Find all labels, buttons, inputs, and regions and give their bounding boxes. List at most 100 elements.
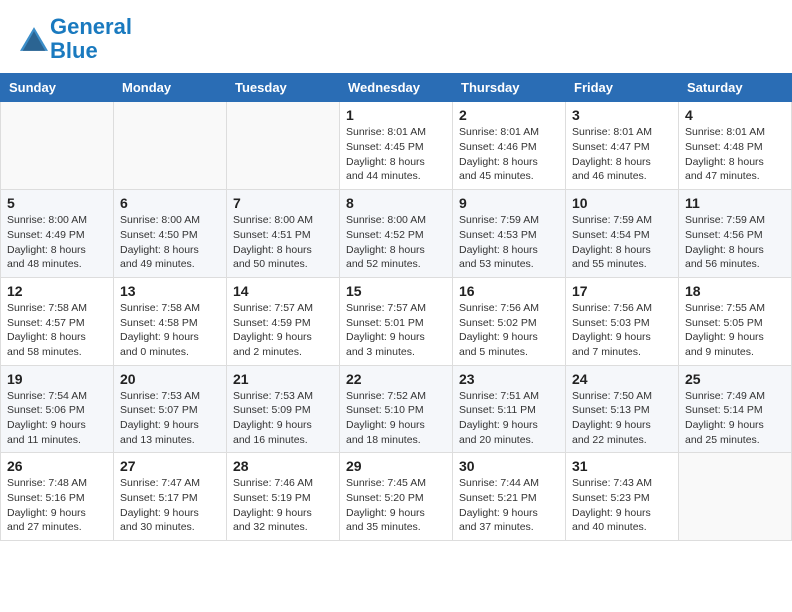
day-info: Sunrise: 8:01 AM Sunset: 4:48 PM Dayligh… <box>685 125 785 184</box>
day-number: 25 <box>685 371 785 387</box>
day-info: Sunrise: 7:47 AM Sunset: 5:17 PM Dayligh… <box>120 476 220 535</box>
day-info: Sunrise: 7:56 AM Sunset: 5:03 PM Dayligh… <box>572 301 672 360</box>
day-info: Sunrise: 7:56 AM Sunset: 5:02 PM Dayligh… <box>459 301 559 360</box>
day-info: Sunrise: 7:57 AM Sunset: 5:01 PM Dayligh… <box>346 301 446 360</box>
day-info: Sunrise: 8:01 AM Sunset: 4:45 PM Dayligh… <box>346 125 446 184</box>
day-info: Sunrise: 7:52 AM Sunset: 5:10 PM Dayligh… <box>346 389 446 448</box>
day-number: 8 <box>346 195 446 211</box>
calendar-cell: 16 Sunrise: 7:56 AM Sunset: 5:02 PM Dayli… <box>453 277 566 365</box>
day-number: 22 <box>346 371 446 387</box>
calendar-cell: 13 Sunrise: 7:58 AM Sunset: 4:58 PM Dayli… <box>114 277 227 365</box>
calendar-cell: 14Sunrise: 7:57 AM Sunset: 4:59 PM Dayli… <box>227 277 340 365</box>
day-info: Sunrise: 7:57 AM Sunset: 4:59 PM Dayligh… <box>233 301 333 360</box>
day-number: 13 <box>120 283 220 299</box>
calendar-week-5: 26 Sunrise: 7:48 AM Sunset: 5:16 PM Dayli… <box>1 453 792 541</box>
day-info: Sunrise: 7:55 AM Sunset: 5:05 PM Dayligh… <box>685 301 785 360</box>
day-number: 4 <box>685 107 785 123</box>
day-number: 18 <box>685 283 785 299</box>
day-number: 19 <box>7 371 107 387</box>
day-info: Sunrise: 7:46 AM Sunset: 5:19 PM Dayligh… <box>233 476 333 535</box>
day-number: 6 <box>120 195 220 211</box>
calendar-cell: 26 Sunrise: 7:48 AM Sunset: 5:16 PM Dayli… <box>1 453 114 541</box>
weekday-sunday: Sunday <box>1 74 114 102</box>
day-info: Sunrise: 8:01 AM Sunset: 4:46 PM Dayligh… <box>459 125 559 184</box>
day-number: 9 <box>459 195 559 211</box>
day-number: 5 <box>7 195 107 211</box>
weekday-saturday: Saturday <box>679 74 792 102</box>
calendar-table: SundayMondayTuesdayWednesdayThursdayFrid… <box>0 73 792 541</box>
day-info: Sunrise: 7:53 AM Sunset: 5:07 PM Dayligh… <box>120 389 220 448</box>
calendar-cell: 21Sunrise: 7:53 AM Sunset: 5:09 PM Dayli… <box>227 365 340 453</box>
calendar-cell: 19 Sunrise: 7:54 AM Sunset: 5:06 PM Dayli… <box>1 365 114 453</box>
day-number: 20 <box>120 371 220 387</box>
day-info: Sunrise: 7:43 AM Sunset: 5:23 PM Dayligh… <box>572 476 672 535</box>
calendar-cell: 31Sunrise: 7:43 AM Sunset: 5:23 PM Dayli… <box>566 453 679 541</box>
calendar-week-4: 19 Sunrise: 7:54 AM Sunset: 5:06 PM Dayli… <box>1 365 792 453</box>
calendar-cell: 18 Sunrise: 7:55 AM Sunset: 5:05 PM Dayli… <box>679 277 792 365</box>
calendar-cell: 27 Sunrise: 7:47 AM Sunset: 5:17 PM Dayli… <box>114 453 227 541</box>
day-number: 2 <box>459 107 559 123</box>
calendar-cell: 9 Sunrise: 7:59 AM Sunset: 4:53 PM Daylig… <box>453 190 566 278</box>
calendar-cell <box>1 102 114 190</box>
weekday-wednesday: Wednesday <box>340 74 453 102</box>
calendar-cell: 12Sunrise: 7:58 AM Sunset: 4:57 PM Dayli… <box>1 277 114 365</box>
weekday-monday: Monday <box>114 74 227 102</box>
day-number: 17 <box>572 283 672 299</box>
calendar-cell <box>679 453 792 541</box>
day-info: Sunrise: 7:44 AM Sunset: 5:21 PM Dayligh… <box>459 476 559 535</box>
day-number: 26 <box>7 458 107 474</box>
weekday-thursday: Thursday <box>453 74 566 102</box>
day-info: Sunrise: 7:59 AM Sunset: 4:53 PM Dayligh… <box>459 213 559 272</box>
calendar-cell: 1 Sunrise: 8:01 AM Sunset: 4:45 PM Daylig… <box>340 102 453 190</box>
logo-icon <box>20 27 48 51</box>
day-info: Sunrise: 7:59 AM Sunset: 4:56 PM Dayligh… <box>685 213 785 272</box>
logo: GeneralBlue <box>20 15 132 63</box>
calendar-cell: 6 Sunrise: 8:00 AM Sunset: 4:50 PM Daylig… <box>114 190 227 278</box>
calendar-cell: 2 Sunrise: 8:01 AM Sunset: 4:46 PM Daylig… <box>453 102 566 190</box>
day-info: Sunrise: 7:45 AM Sunset: 5:20 PM Dayligh… <box>346 476 446 535</box>
day-number: 1 <box>346 107 446 123</box>
day-info: Sunrise: 7:58 AM Sunset: 4:58 PM Dayligh… <box>120 301 220 360</box>
calendar-cell: 17 Sunrise: 7:56 AM Sunset: 5:03 PM Dayli… <box>566 277 679 365</box>
day-number: 12 <box>7 283 107 299</box>
day-info: Sunrise: 7:59 AM Sunset: 4:54 PM Dayligh… <box>572 213 672 272</box>
day-number: 24 <box>572 371 672 387</box>
logo-text: GeneralBlue <box>50 15 132 63</box>
calendar-cell <box>227 102 340 190</box>
calendar-week-2: 5Sunrise: 8:00 AM Sunset: 4:49 PM Daylig… <box>1 190 792 278</box>
day-info: Sunrise: 8:01 AM Sunset: 4:47 PM Dayligh… <box>572 125 672 184</box>
calendar-cell: 20 Sunrise: 7:53 AM Sunset: 5:07 PM Dayli… <box>114 365 227 453</box>
day-number: 3 <box>572 107 672 123</box>
calendar-cell: 5Sunrise: 8:00 AM Sunset: 4:49 PM Daylig… <box>1 190 114 278</box>
weekday-header-row: SundayMondayTuesdayWednesdayThursdayFrid… <box>1 74 792 102</box>
calendar-body: 1 Sunrise: 8:01 AM Sunset: 4:45 PM Daylig… <box>1 102 792 541</box>
calendar-cell: 28 Sunrise: 7:46 AM Sunset: 5:19 PM Dayli… <box>227 453 340 541</box>
day-info: Sunrise: 8:00 AM Sunset: 4:50 PM Dayligh… <box>120 213 220 272</box>
day-number: 21 <box>233 371 333 387</box>
calendar-cell: 11 Sunrise: 7:59 AM Sunset: 4:56 PM Dayli… <box>679 190 792 278</box>
day-info: Sunrise: 8:00 AM Sunset: 4:52 PM Dayligh… <box>346 213 446 272</box>
day-number: 16 <box>459 283 559 299</box>
day-info: Sunrise: 8:00 AM Sunset: 4:51 PM Dayligh… <box>233 213 333 272</box>
day-info: Sunrise: 7:51 AM Sunset: 5:11 PM Dayligh… <box>459 389 559 448</box>
weekday-friday: Friday <box>566 74 679 102</box>
calendar-cell: 4 Sunrise: 8:01 AM Sunset: 4:48 PM Daylig… <box>679 102 792 190</box>
day-number: 27 <box>120 458 220 474</box>
day-number: 10 <box>572 195 672 211</box>
calendar-cell: 8 Sunrise: 8:00 AM Sunset: 4:52 PM Daylig… <box>340 190 453 278</box>
day-info: Sunrise: 7:49 AM Sunset: 5:14 PM Dayligh… <box>685 389 785 448</box>
day-number: 15 <box>346 283 446 299</box>
calendar-week-1: 1 Sunrise: 8:01 AM Sunset: 4:45 PM Daylig… <box>1 102 792 190</box>
day-number: 28 <box>233 458 333 474</box>
calendar-cell: 24 Sunrise: 7:50 AM Sunset: 5:13 PM Dayli… <box>566 365 679 453</box>
day-info: Sunrise: 7:50 AM Sunset: 5:13 PM Dayligh… <box>572 389 672 448</box>
day-number: 30 <box>459 458 559 474</box>
day-info: Sunrise: 7:54 AM Sunset: 5:06 PM Dayligh… <box>7 389 107 448</box>
calendar-cell: 29 Sunrise: 7:45 AM Sunset: 5:20 PM Dayli… <box>340 453 453 541</box>
day-number: 23 <box>459 371 559 387</box>
calendar-cell: 10 Sunrise: 7:59 AM Sunset: 4:54 PM Dayli… <box>566 190 679 278</box>
day-number: 29 <box>346 458 446 474</box>
day-info: Sunrise: 7:48 AM Sunset: 5:16 PM Dayligh… <box>7 476 107 535</box>
calendar-week-3: 12Sunrise: 7:58 AM Sunset: 4:57 PM Dayli… <box>1 277 792 365</box>
day-number: 11 <box>685 195 785 211</box>
